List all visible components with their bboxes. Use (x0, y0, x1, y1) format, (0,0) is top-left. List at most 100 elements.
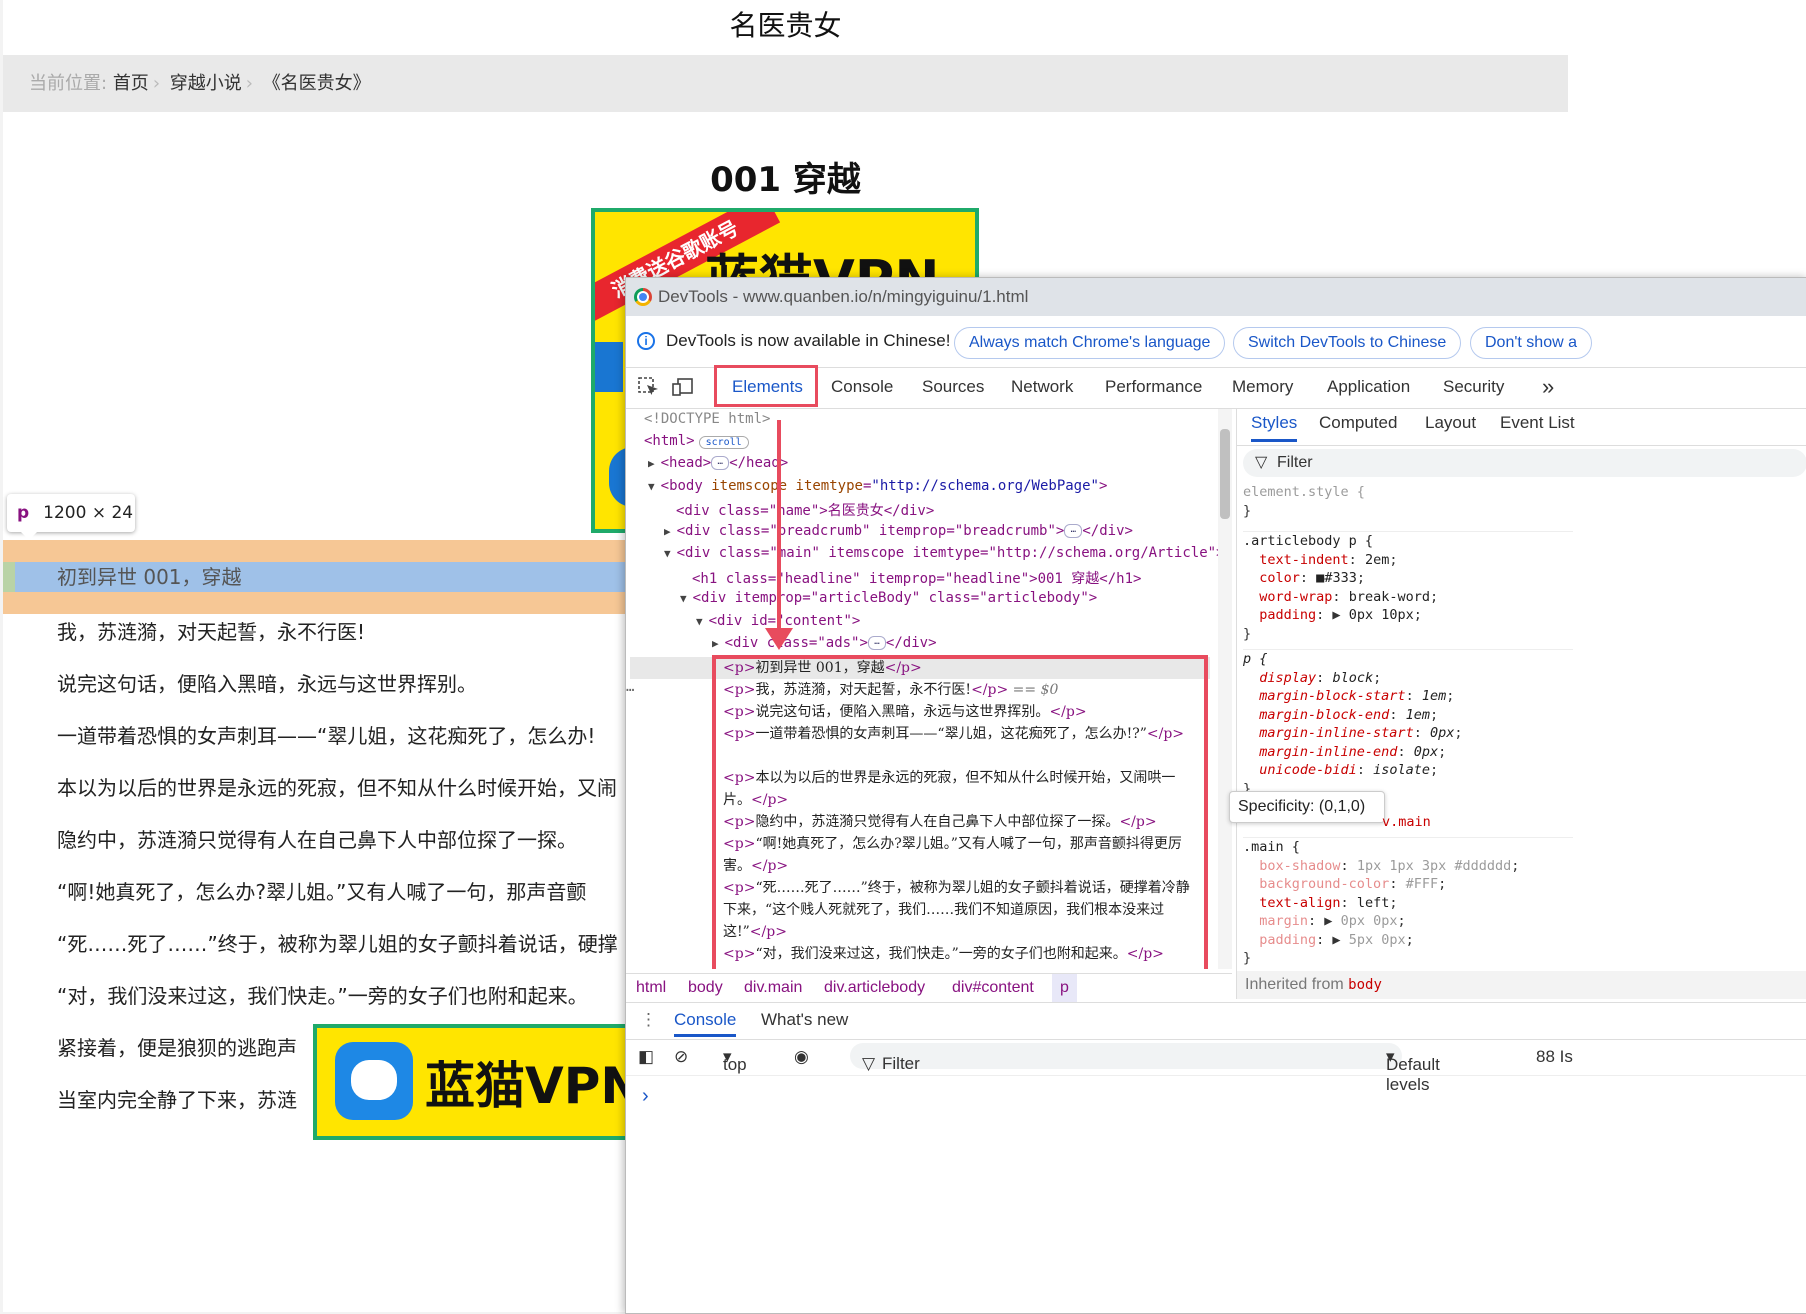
tab-event-listeners[interactable]: Event List (1500, 413, 1575, 433)
styles-pane: Styles Computed Layout Event List ▽ Filt… (1229, 409, 1806, 999)
rule-main: .main { box-shadow: 1px 1px 3px #dddddd;… (1243, 837, 1573, 968)
more-tabs-icon[interactable]: » (1542, 368, 1554, 408)
highlighted-paragraph: 初到异世 001，穿越 (57, 565, 242, 589)
crumb-p[interactable]: p (1052, 974, 1077, 1002)
ad-brand: 蓝猫VPN (425, 1057, 643, 1115)
chapter-headline: 001 穿越 (710, 160, 861, 200)
crumb-div-main[interactable]: div.main (744, 974, 802, 1002)
always-match-language-button[interactable]: Always match Chrome's language (954, 327, 1226, 359)
dom-node[interactable]: <div class="name">名医贵女</div> (676, 500, 934, 520)
drawer-tabbar: ⋮ Console What's new (626, 1003, 1806, 1040)
paragraphs-annotation-frame (712, 655, 1208, 969)
expand-ellipsis-icon[interactable]: … (711, 456, 730, 470)
log-levels-dropdown[interactable]: Default levels ▾ (1386, 1047, 1440, 1094)
breadcrumb-home[interactable]: 首页 (113, 73, 149, 94)
drawer-tab-whats-new[interactable]: What's new (761, 1010, 848, 1030)
breadcrumb: 当前位置: 首页 › 穿越小说 › 《名医贵女》 (3, 55, 1568, 112)
tab-styles[interactable]: Styles (1251, 413, 1298, 442)
dom-node[interactable]: <!DOCTYPE html> (644, 411, 770, 427)
elements-panel: <!DOCTYPE html> <html> scroll ▶ <head>… </h… (626, 409, 1222, 969)
tab-security[interactable]: Security (1443, 368, 1504, 408)
dom-node[interactable]: ▶ <div class="breadcrumb" itemprop="bread… (664, 523, 1133, 539)
devtools-window: DevTools - www.quanben.io/n/mingyiguinu/… (625, 277, 1806, 1314)
tab-layout[interactable]: Layout (1425, 413, 1476, 433)
inspect-element-icon[interactable] (638, 377, 660, 397)
rule-p-user-agent: p { display: block; margin-block-start: … (1243, 649, 1573, 798)
ad-cat-logo-icon (335, 1042, 413, 1120)
tab-memory[interactable]: Memory (1232, 368, 1293, 408)
scrollbar-thumb[interactable] (1220, 429, 1230, 519)
tab-console[interactable]: Console (831, 368, 893, 408)
dom-node[interactable]: <html> scroll (644, 433, 749, 449)
language-infobar: i DevTools is now available in Chinese! … (626, 317, 1806, 368)
console-toolbar: ◧ ⊘ top ▾ ◉ ▽ Filter Default levels ▾ 88 … (626, 1039, 1806, 1094)
devtools-tabbar: Elements Console Sources Network Perform… (626, 365, 1806, 409)
sidebar-toggle-icon[interactable]: ◧ (638, 1047, 654, 1067)
expand-ellipsis-icon[interactable]: … (1064, 524, 1083, 538)
tooltip-size: 1200 × 24 (43, 503, 134, 523)
live-expression-eye-icon[interactable]: ◉ (794, 1047, 809, 1067)
paragraph: “对，我们没来过这，我们快走。”一旁的女子们也附和起来。 (57, 984, 588, 1008)
filter-icon: ▽ (1255, 454, 1268, 471)
dom-node[interactable]: <h1 class="headline" itemprop="headline"… (692, 568, 1141, 588)
clear-console-icon[interactable]: ⊘ (674, 1047, 688, 1067)
scroll-badge[interactable]: scroll (698, 436, 749, 449)
expand-ellipsis-icon[interactable]: … (867, 636, 886, 650)
crumb-html[interactable]: html (636, 974, 666, 1002)
paragraph: 一道带着恐惧的女声刺耳——“翠儿姐，这花痴死了，怎么办! (57, 724, 596, 748)
rule-articlebody-p: .articlebody p { text-indent: 2em; color… (1243, 531, 1573, 643)
dom-node[interactable]: ▼ <body itemscope itemtype="http://schema… (648, 478, 1107, 494)
tab-network[interactable]: Network (1011, 368, 1073, 408)
paragraph: “啊!她真死了，怎么办?翠儿姐。”又有人喊了一句，那声音颤 (57, 880, 587, 904)
devtools-titlebar: DevTools - www.quanben.io/n/mingyiguinu/… (626, 278, 1806, 316)
switch-to-chinese-button[interactable]: Switch DevTools to Chinese (1233, 327, 1462, 359)
paragraph: 说完这句话，便陷入黑暗，永远与这世界挥别。 (57, 672, 477, 696)
context-selector[interactable]: top ▾ (723, 1047, 747, 1074)
breadcrumb-label: 当前位置: (29, 73, 108, 94)
dom-node[interactable]: ▶ <head>… </head> (648, 455, 788, 471)
styles-tabbar: Styles Computed Layout Event List (1237, 409, 1806, 446)
dom-node[interactable]: ▶ <div class="ads">… </div> (712, 635, 937, 651)
paragraph: 本以为以后的世界是永远的死寂，但不知从什么时候开始，又闹 (57, 776, 617, 800)
tab-computed[interactable]: Computed (1319, 413, 1397, 433)
console-drawer: ⋮ Console What's new ◧ ⊘ top ▾ ◉ ▽ Filter… (626, 1002, 1806, 1314)
node-actions-icon[interactable]: … (626, 679, 634, 695)
dom-node[interactable]: ▼ <div itemprop="articleBody" class="arti… (680, 590, 1097, 606)
styles-filter-input[interactable]: ▽ Filter (1243, 449, 1806, 477)
console-filter-input[interactable]: ▽ Filter (850, 1043, 1402, 1073)
dom-node[interactable]: ▼ <div class="main" itemscope itemtype="h… (664, 545, 1222, 561)
drawer-menu-icon[interactable]: ⋮ (640, 1010, 657, 1030)
filter-icon: ▽ (862, 1054, 876, 1073)
crumb-body[interactable]: body (688, 974, 723, 1002)
tab-elements[interactable]: Elements (732, 368, 803, 408)
tab-performance[interactable]: Performance (1105, 368, 1202, 408)
dont-show-again-button[interactable]: Don't show a (1470, 327, 1592, 359)
breadcrumb-category[interactable]: 穿越小说 (170, 73, 242, 94)
infobar-message: DevTools is now available in Chinese! (666, 331, 951, 350)
specificity-tooltip: Specificity: (0,1,0) (1229, 791, 1385, 823)
tab-application[interactable]: Application (1327, 368, 1410, 408)
paragraph: 紧接着，便是狼狈的逃跑声 (57, 1036, 297, 1060)
rule-element-style: element.style { } (1243, 484, 1365, 519)
console-prompt-icon[interactable]: › (642, 1085, 649, 1108)
paragraph: “死……死了……”终于，被称为翠儿姐的女子颤抖着说话，硬撑 (57, 932, 618, 956)
inherited-header: Inherited from body (1237, 971, 1806, 999)
paragraph: 当室内完全静了下来，苏涟 (57, 1088, 297, 1112)
crumb-div-content[interactable]: div#content (952, 974, 1034, 1002)
drawer-tab-console[interactable]: Console (674, 1010, 737, 1037)
paragraph: 隐约中，苏涟漪只觉得有人在自己鼻下人中部位探了一探。 (57, 828, 577, 852)
crumb-div-articlebody[interactable]: div.articlebody (824, 974, 925, 1002)
chrome-icon (634, 288, 652, 306)
info-icon: i (637, 332, 655, 350)
site-name: 名医贵女 (729, 9, 842, 42)
tab-sources[interactable]: Sources (922, 368, 984, 408)
issues-counter[interactable]: 88 Is (1536, 1047, 1573, 1067)
annotation-arrow (777, 420, 781, 642)
breadcrumb-book[interactable]: 《名医贵女》 (263, 73, 371, 94)
tooltip-tag: p (17, 503, 30, 523)
inspect-tooltip: p 1200 × 24 (7, 494, 135, 540)
rule-source-hint: v.main (1382, 814, 1431, 830)
device-toolbar-icon[interactable] (672, 377, 694, 397)
elements-scrollbar[interactable] (1218, 409, 1232, 969)
ad-decoration (595, 342, 623, 392)
